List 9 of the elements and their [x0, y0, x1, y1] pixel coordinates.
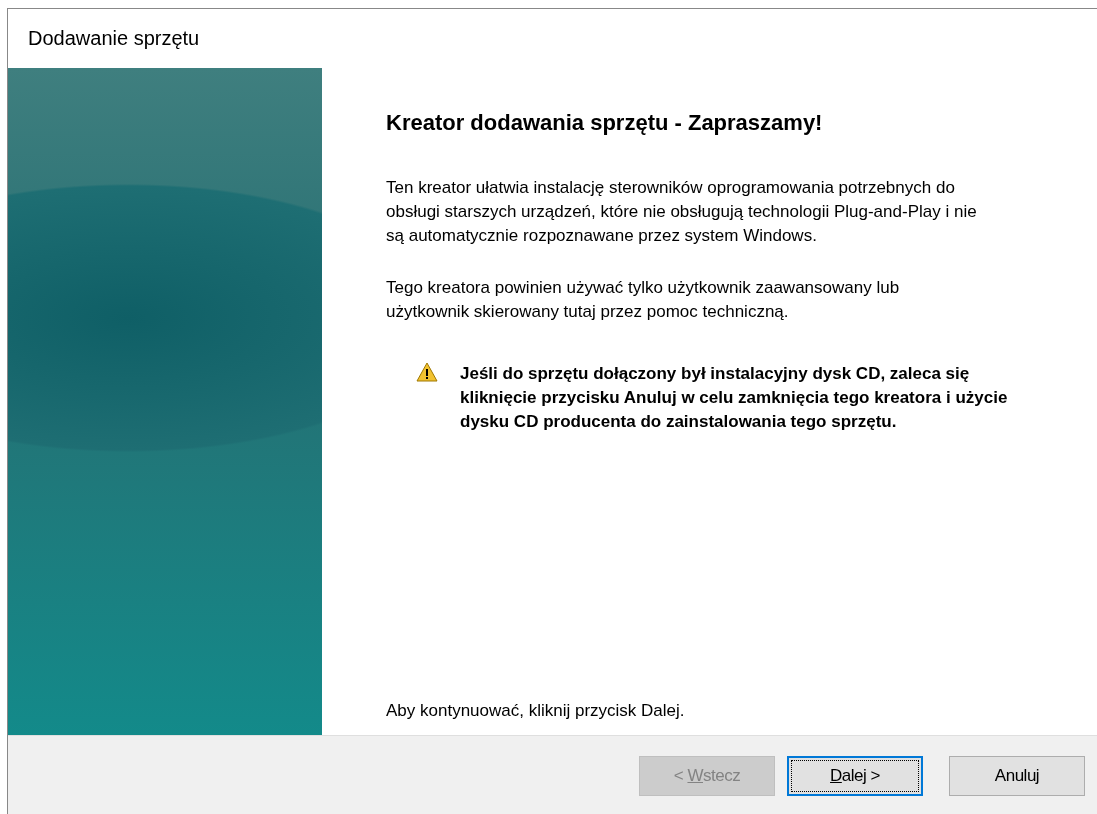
- warning-icon: [416, 362, 438, 382]
- wizard-heading: Kreator dodawania sprzętu - Zapraszamy!: [386, 110, 824, 136]
- continue-instruction: Aby kontynuować, kliknij przycisk Dalej.: [386, 700, 686, 722]
- cancel-button[interactable]: Anuluj: [949, 755, 1085, 796]
- description-paragraph: Tego kreatora powinien używać tylko użytkownik zaawansowany lub użytkownik skierowany tutaj przez pomoc techniczną.: [386, 277, 901, 323]
- description-paragraph: Ten kreator ułatwia instalację sterowników oprogramowania potrzebnych do obsługi starszych urządzeń, które nie obsługują technologii Plug-and-Play i nie są automatycznie rozpoznawane przez system Windows.: [386, 177, 978, 247]
- window-title: Dodawanie sprzętu: [27, 26, 201, 51]
- next-button[interactable]: Dalej >: [787, 755, 923, 796]
- warning-text: Jeśli do sprzętu dołączony był instalacyjny dysk CD, zaleca się kliknięcie przycisku Anuluj w celu zamknięcia tego kreatora i użycie dysku CD producenta do zainstalowania tego sprzętu.: [460, 363, 1009, 433]
